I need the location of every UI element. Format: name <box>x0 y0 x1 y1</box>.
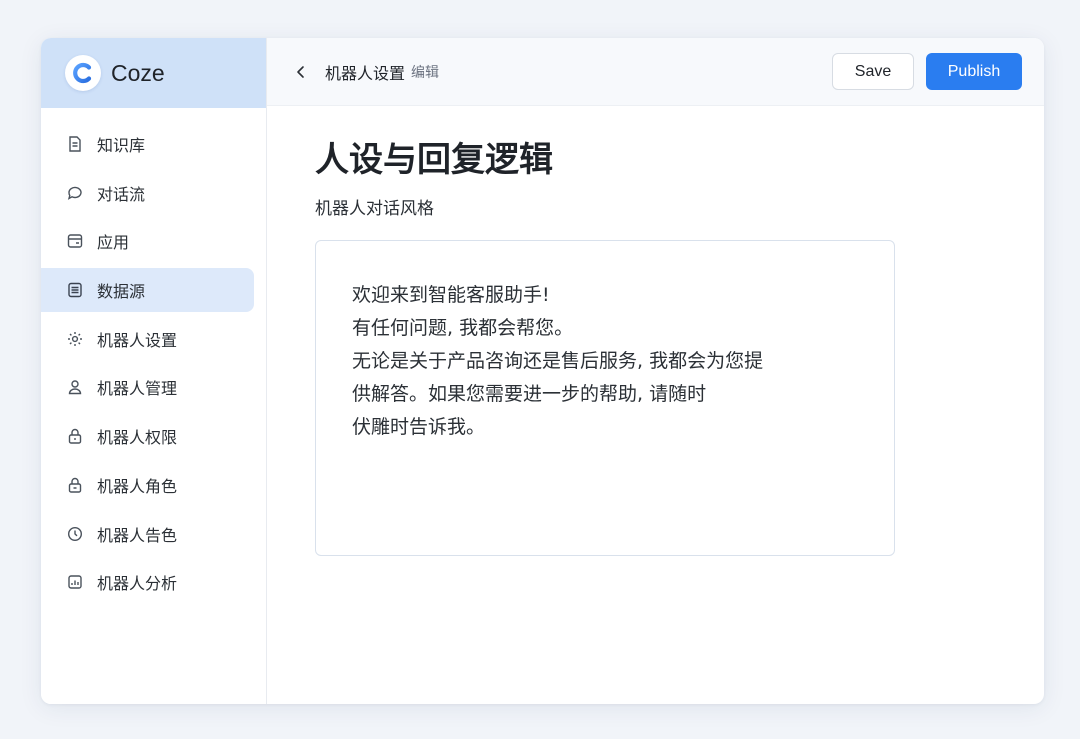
sidebar-item-label: 机器人设置 <box>97 330 178 350</box>
folder-icon <box>65 231 85 251</box>
sidebar-item-label: 机器人告色 <box>97 525 178 545</box>
sidebar-item-bot-notice[interactable]: 机器人告色 <box>41 512 254 556</box>
sidebar-item-bot-management[interactable]: 机器人管理 <box>41 365 254 409</box>
sidebar-item-label: 机器人管理 <box>97 379 178 399</box>
list-doc-icon <box>65 280 85 300</box>
sidebar: Coze 知识库 对话流 应用 数据源 机器人设置 机器人管理 机器人权限 机器… <box>41 38 267 704</box>
sidebar-item-apps[interactable]: 应用 <box>41 219 254 263</box>
chevron-left-icon[interactable] <box>291 62 311 82</box>
coze-logo-icon <box>65 55 101 91</box>
content-area: 人设与回复逻辑 机器人对话风格 欢迎来到智能客服助手! 有任何问题, 我都会帮您… <box>267 138 1044 556</box>
top-bar: 机器人设置 编辑 Save Publish <box>267 38 1044 106</box>
sidebar-item-bot-permissions[interactable]: 机器人权限 <box>41 414 254 458</box>
gear-icon <box>65 329 85 349</box>
user-icon <box>65 377 85 397</box>
sidebar-item-label: 机器人权限 <box>97 428 178 448</box>
chart-icon <box>65 572 85 592</box>
sidebar-item-dialog-flow[interactable]: 对话流 <box>41 171 254 215</box>
breadcrumb-subtitle: 编辑 <box>411 64 440 81</box>
lock-icon <box>65 426 85 446</box>
sidebar-item-bot-roles[interactable]: 机器人角色 <box>41 463 254 507</box>
sidebar-item-label: 机器人角色 <box>97 476 178 496</box>
persona-textarea[interactable]: 欢迎来到智能客服助手! 有任何问题, 我都会帮您。 无论是关于产品咨询还是售后服… <box>315 240 895 556</box>
sidebar-item-label: 机器人分析 <box>97 574 178 594</box>
save-button[interactable]: Save <box>832 53 914 90</box>
breadcrumb-title: 机器人设置 <box>325 63 406 83</box>
sidebar-item-bot-analytics[interactable]: 机器人分析 <box>41 560 254 604</box>
document-icon <box>65 134 85 154</box>
sidebar-item-label: 对话流 <box>97 184 146 204</box>
chat-bubble-icon <box>65 183 85 203</box>
sidebar-item-data-source[interactable]: 数据源 <box>41 268 254 313</box>
sidebar-item-bot-settings[interactable]: 机器人设置 <box>41 317 254 361</box>
clock-icon <box>65 524 85 544</box>
page-title: 人设与回复逻辑 <box>315 140 553 180</box>
publish-button[interactable]: Publish <box>926 53 1022 90</box>
field-label: 机器人对话风格 <box>315 199 434 219</box>
app-window: Coze 知识库 对话流 应用 数据源 机器人设置 机器人管理 机器人权限 机器… <box>41 38 1044 704</box>
sidebar-item-knowledge[interactable]: 知识库 <box>41 122 254 166</box>
sidebar-item-label: 知识库 <box>97 136 146 155</box>
main-panel: 机器人设置 编辑 Save Publish 人设与回复逻辑 机器人对话风格 欢迎… <box>267 38 1044 704</box>
brand-header: Coze <box>41 38 266 108</box>
brand-name: Coze <box>111 59 165 86</box>
sidebar-nav: 知识库 对话流 应用 数据源 机器人设置 机器人管理 机器人权限 机器人角色 机… <box>41 108 266 604</box>
lock-icon <box>65 475 85 495</box>
sidebar-item-label: 数据源 <box>97 282 146 302</box>
sidebar-item-label: 应用 <box>97 233 130 253</box>
